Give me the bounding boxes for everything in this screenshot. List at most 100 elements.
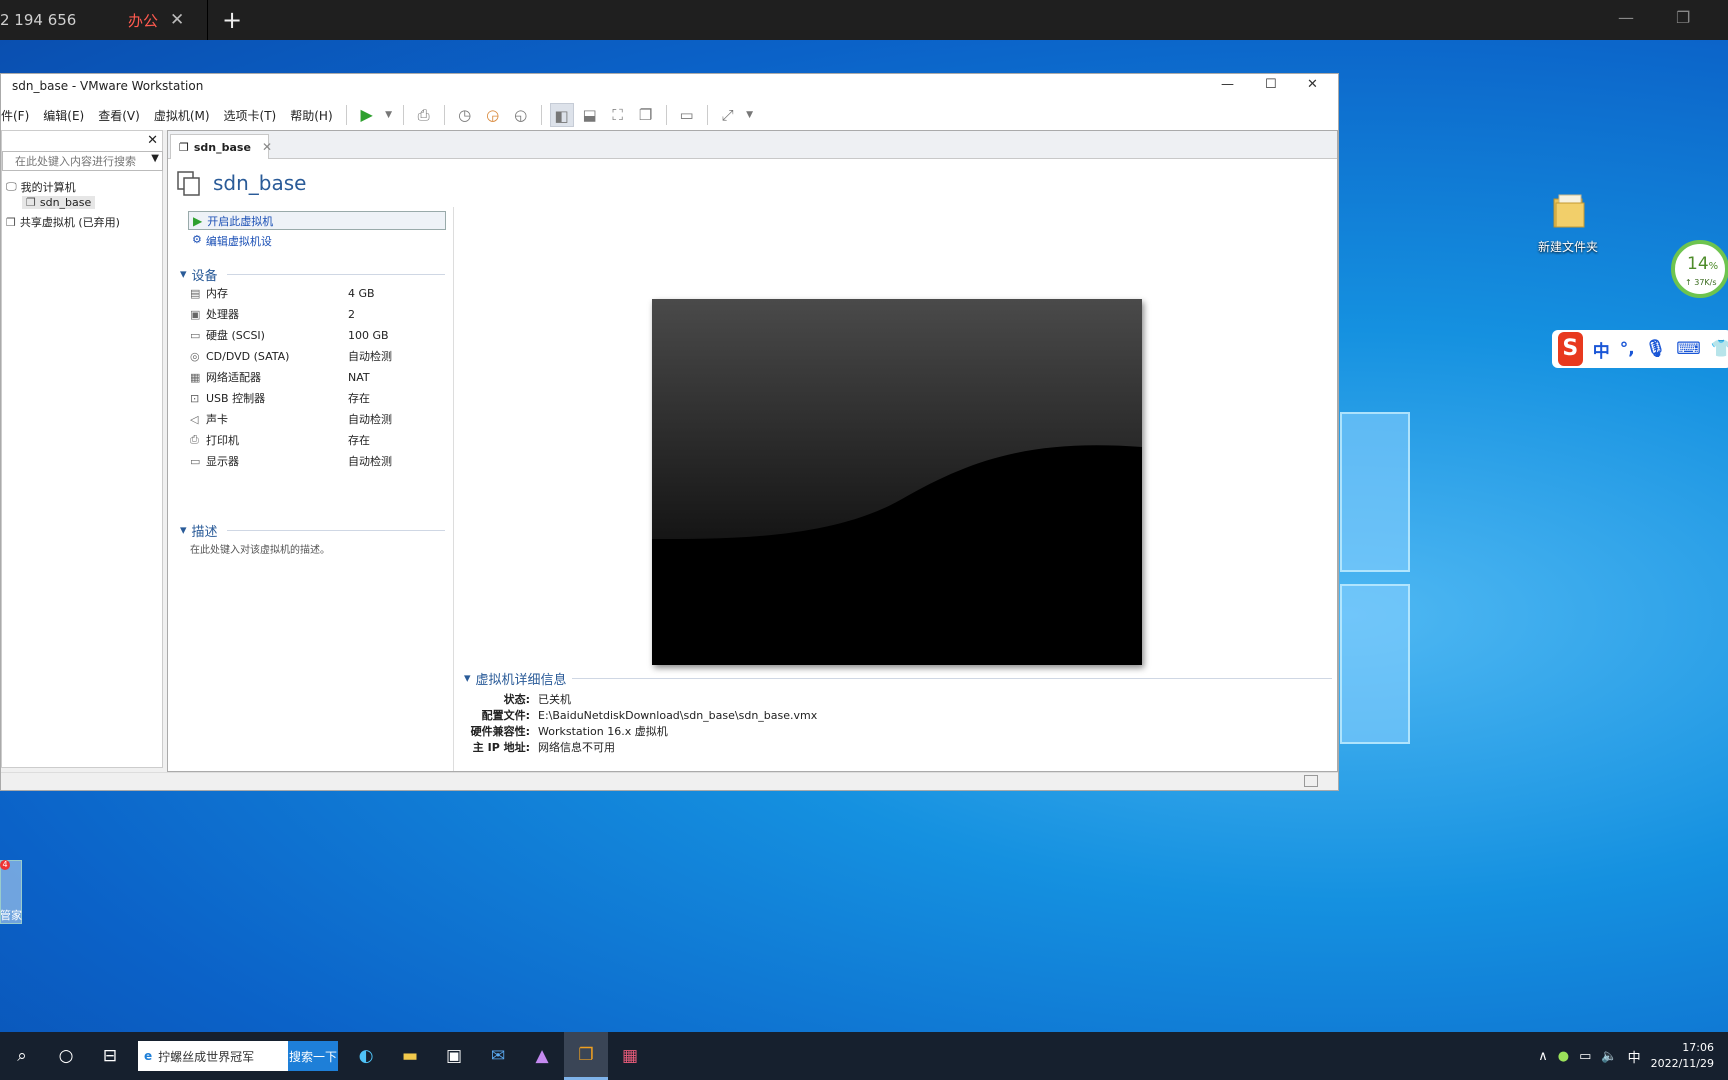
- device-row-memory[interactable]: ▤ 内存 4 GB: [190, 283, 450, 303]
- device-row-sound[interactable]: ◁ 声卡 自动检测: [190, 409, 450, 429]
- close-button[interactable]: ✕: [1307, 77, 1318, 92]
- skin-icon[interactable]: 👕: [1711, 339, 1728, 359]
- folder-icon[interactable]: [1550, 193, 1588, 229]
- search-input[interactable]: [3, 152, 143, 170]
- tree-node-my-computer[interactable]: 🖵 我的计算机: [6, 179, 76, 195]
- library-search[interactable]: ▼: [2, 151, 163, 171]
- library-view-icon[interactable]: ◧: [549, 103, 574, 127]
- details-section-header[interactable]: ▾ 虚拟机详细信息: [464, 669, 1332, 688]
- device-row-cdrom[interactable]: ◎ CD/DVD (SATA) 自动检测: [190, 346, 450, 366]
- vmware-window: sdn_base - VMware Workstation — ☐ ✕ 件(F)…: [0, 73, 1339, 791]
- stretch-icon[interactable]: ⤢: [716, 103, 740, 127]
- device-value: 2: [348, 307, 355, 321]
- cortana-icon[interactable]: ○: [44, 1032, 88, 1080]
- edit-settings-link[interactable]: ⚙ 编辑虚拟机设: [192, 233, 272, 249]
- snapshot-icon[interactable]: ◷: [453, 103, 477, 127]
- power-on-button[interactable]: ▶ 开启此虚拟机: [188, 211, 446, 230]
- app-taskbar-icon[interactable]: ▦: [608, 1032, 652, 1080]
- tree-node-vm[interactable]: ❐ sdn_base: [22, 196, 96, 209]
- edge-icon[interactable]: ◐: [344, 1032, 388, 1080]
- thumbnail-bar-icon[interactable]: ⬓: [578, 103, 602, 127]
- ime-language[interactable]: 中: [1593, 337, 1610, 362]
- network-icon[interactable]: ▭: [1579, 1049, 1591, 1064]
- device-row-harddisk[interactable]: ▭ 硬盘 (SCSI) 100 GB: [190, 325, 450, 345]
- menu-help[interactable]: 帮助(H): [283, 107, 339, 124]
- title-bar: sdn_base - VMware Workstation — ☐ ✕: [1, 74, 1338, 100]
- chevron-down-icon[interactable]: ▼: [383, 103, 395, 127]
- close-icon[interactable]: ✕: [147, 133, 158, 148]
- vm-screen-graphic: [652, 299, 1142, 665]
- description-field[interactable]: 在此处键入对该虚拟机的描述。: [190, 541, 330, 556]
- menu-edit[interactable]: 编辑(E): [36, 107, 91, 124]
- add-tab-icon[interactable]: +: [222, 6, 242, 34]
- power-on-label: 开启此虚拟机: [207, 214, 274, 228]
- device-name: 网络适配器: [206, 371, 261, 384]
- vm-screen-preview[interactable]: [652, 299, 1142, 665]
- tree-node-label: 我的计算机: [20, 181, 76, 194]
- snapshot-manager-icon[interactable]: ◵: [509, 103, 533, 127]
- clock[interactable]: 17:06 2022/11/29: [1651, 1040, 1714, 1072]
- chevron-up-icon[interactable]: ∧: [1538, 1049, 1548, 1064]
- microphone-icon[interactable]: 🎙: [1645, 339, 1667, 359]
- maximize-button[interactable]: ☐: [1265, 77, 1277, 92]
- detail-key: 配置文件:: [481, 709, 530, 722]
- security-icon[interactable]: ●: [1558, 1049, 1569, 1064]
- keyboard-icon[interactable]: ⌨: [1676, 339, 1701, 359]
- windows-logo-pane: [1340, 412, 1410, 572]
- tab-sdn-base[interactable]: ❐ sdn_base ✕: [170, 134, 272, 159]
- taskbar-search-box[interactable]: e 拧螺丝成世界冠军: [138, 1041, 288, 1071]
- task-view-icon[interactable]: ⊟: [88, 1032, 132, 1080]
- mail-icon[interactable]: ✉: [476, 1032, 520, 1080]
- clock-date: 2022/11/29: [1650, 1057, 1714, 1070]
- device-row-network[interactable]: ▦ 网络适配器 NAT: [190, 367, 450, 387]
- menu-view[interactable]: 查看(V): [91, 107, 147, 124]
- power-on-icon[interactable]: ▶: [355, 103, 379, 127]
- remote-tab-2[interactable]: 办公 ✕: [128, 0, 206, 40]
- sound-icon: ◁: [190, 412, 199, 426]
- shared-vm-icon: ❒: [6, 215, 16, 229]
- menu-vm[interactable]: 虚拟机(M): [147, 107, 217, 124]
- vmware-taskbar-icon[interactable]: ❐: [564, 1032, 608, 1080]
- photos-icon[interactable]: ▲: [520, 1032, 564, 1080]
- menu-tabs[interactable]: 选项卡(T): [217, 107, 284, 124]
- description-section-header[interactable]: ▾ 描述: [180, 521, 445, 540]
- taskbar-search-button[interactable]: 搜索一下: [288, 1041, 338, 1071]
- device-row-display[interactable]: ▭ 显示器 自动检测: [190, 451, 450, 471]
- search-icon[interactable]: ⌕: [0, 1032, 44, 1080]
- console-view-icon[interactable]: ▭: [675, 103, 699, 127]
- tree-node-shared[interactable]: ❒ 共享虚拟机 (已弃用): [6, 214, 120, 230]
- close-icon[interactable]: ✕: [262, 140, 272, 154]
- file-explorer-icon[interactable]: ▬: [388, 1032, 432, 1080]
- collapse-icon: ▾: [180, 523, 187, 538]
- performance-widget[interactable]: 14% ↑ 37K/s: [1671, 240, 1728, 298]
- message-log-icon[interactable]: [1304, 775, 1318, 787]
- sogou-logo-icon[interactable]: S: [1558, 332, 1583, 366]
- unity-icon[interactable]: ❐: [634, 103, 658, 127]
- minimize-icon[interactable]: —: [1618, 8, 1634, 27]
- volume-icon[interactable]: 🔈: [1601, 1049, 1617, 1064]
- restore-icon[interactable]: ❐: [1676, 8, 1690, 27]
- collapse-icon: ▾: [464, 671, 471, 686]
- chevron-down-icon[interactable]: ▼: [744, 103, 756, 127]
- device-row-processor[interactable]: ▣ 处理器 2: [190, 304, 450, 324]
- ime-toolbar[interactable]: S 中 °, 🎙 ⌨ 👕: [1552, 330, 1728, 368]
- chevron-down-icon[interactable]: ▼: [151, 153, 159, 164]
- desktop-app-label: 管家: [0, 909, 22, 922]
- clock-time: 17:06: [1682, 1041, 1714, 1054]
- device-row-printer[interactable]: ⎙ 打印机 存在: [190, 430, 450, 450]
- devices-section-header[interactable]: ▾ 设备: [180, 265, 445, 284]
- detail-value: E:\BaiduNetdiskDownload\sdn_base\sdn_bas…: [538, 708, 818, 722]
- store-icon[interactable]: ▣: [432, 1032, 476, 1080]
- ime-indicator[interactable]: 中: [1628, 1047, 1641, 1066]
- close-icon[interactable]: ✕: [170, 10, 184, 30]
- status-bar: [1, 772, 1338, 790]
- ime-punct-icon[interactable]: °,: [1620, 339, 1635, 359]
- fullscreen-icon[interactable]: ⛶: [606, 103, 630, 127]
- remote-tab-1[interactable]: 2 194 656: [0, 0, 82, 40]
- send-ctrl-alt-del-icon[interactable]: ⎙: [412, 103, 436, 127]
- minimize-button[interactable]: —: [1221, 77, 1234, 92]
- device-row-usb[interactable]: ⊡ USB 控制器 存在: [190, 388, 450, 408]
- revert-snapshot-icon[interactable]: ◶: [481, 103, 505, 127]
- remote-tab-1-label: 2 194 656: [0, 11, 77, 29]
- menu-file[interactable]: 件(F): [1, 107, 36, 124]
